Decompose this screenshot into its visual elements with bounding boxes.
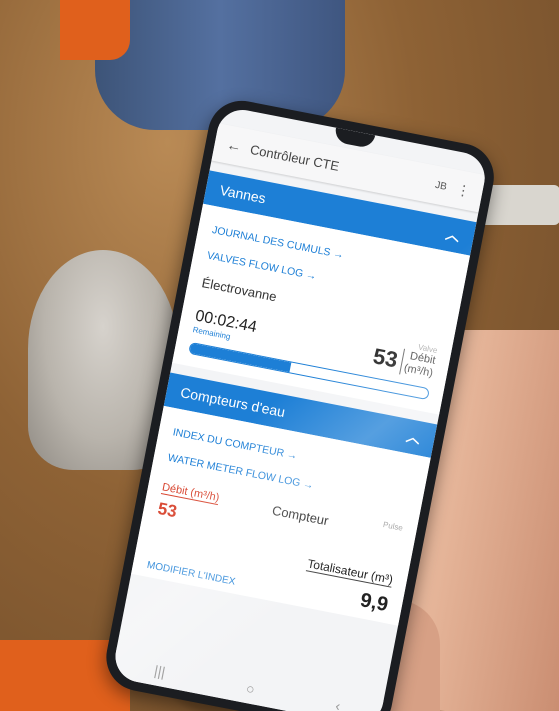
home-icon[interactable]: ○	[245, 680, 256, 697]
chevron-up-icon[interactable]: ︿	[444, 224, 462, 246]
arrow-left-icon[interactable]: ←	[225, 136, 252, 157]
modify-index-button[interactable]: MODIFIER L'INDEX	[146, 560, 236, 588]
chevron-up-icon[interactable]: ︿	[405, 426, 423, 448]
user-initials[interactable]: JB	[434, 179, 448, 192]
valve-flow-value: 53	[371, 343, 400, 373]
section-vannes-title: Vannes	[218, 181, 268, 207]
back-nav-icon[interactable]: ‹	[334, 697, 342, 711]
more-vert-icon[interactable]: ⋮	[455, 180, 472, 199]
recent-apps-icon[interactable]: |||	[153, 662, 167, 680]
valve-flow-unit: Débit (m³/h)	[398, 348, 437, 381]
meter-debit-value: 53	[156, 498, 179, 522]
meter-status-label: Pulse	[382, 520, 404, 533]
photo-background: ← Contrôleur CTE JB ⋮ Vannes ︿ JOURNAL D…	[0, 0, 559, 711]
meter-name: Compteur	[270, 502, 330, 529]
safety-vest	[60, 0, 130, 60]
